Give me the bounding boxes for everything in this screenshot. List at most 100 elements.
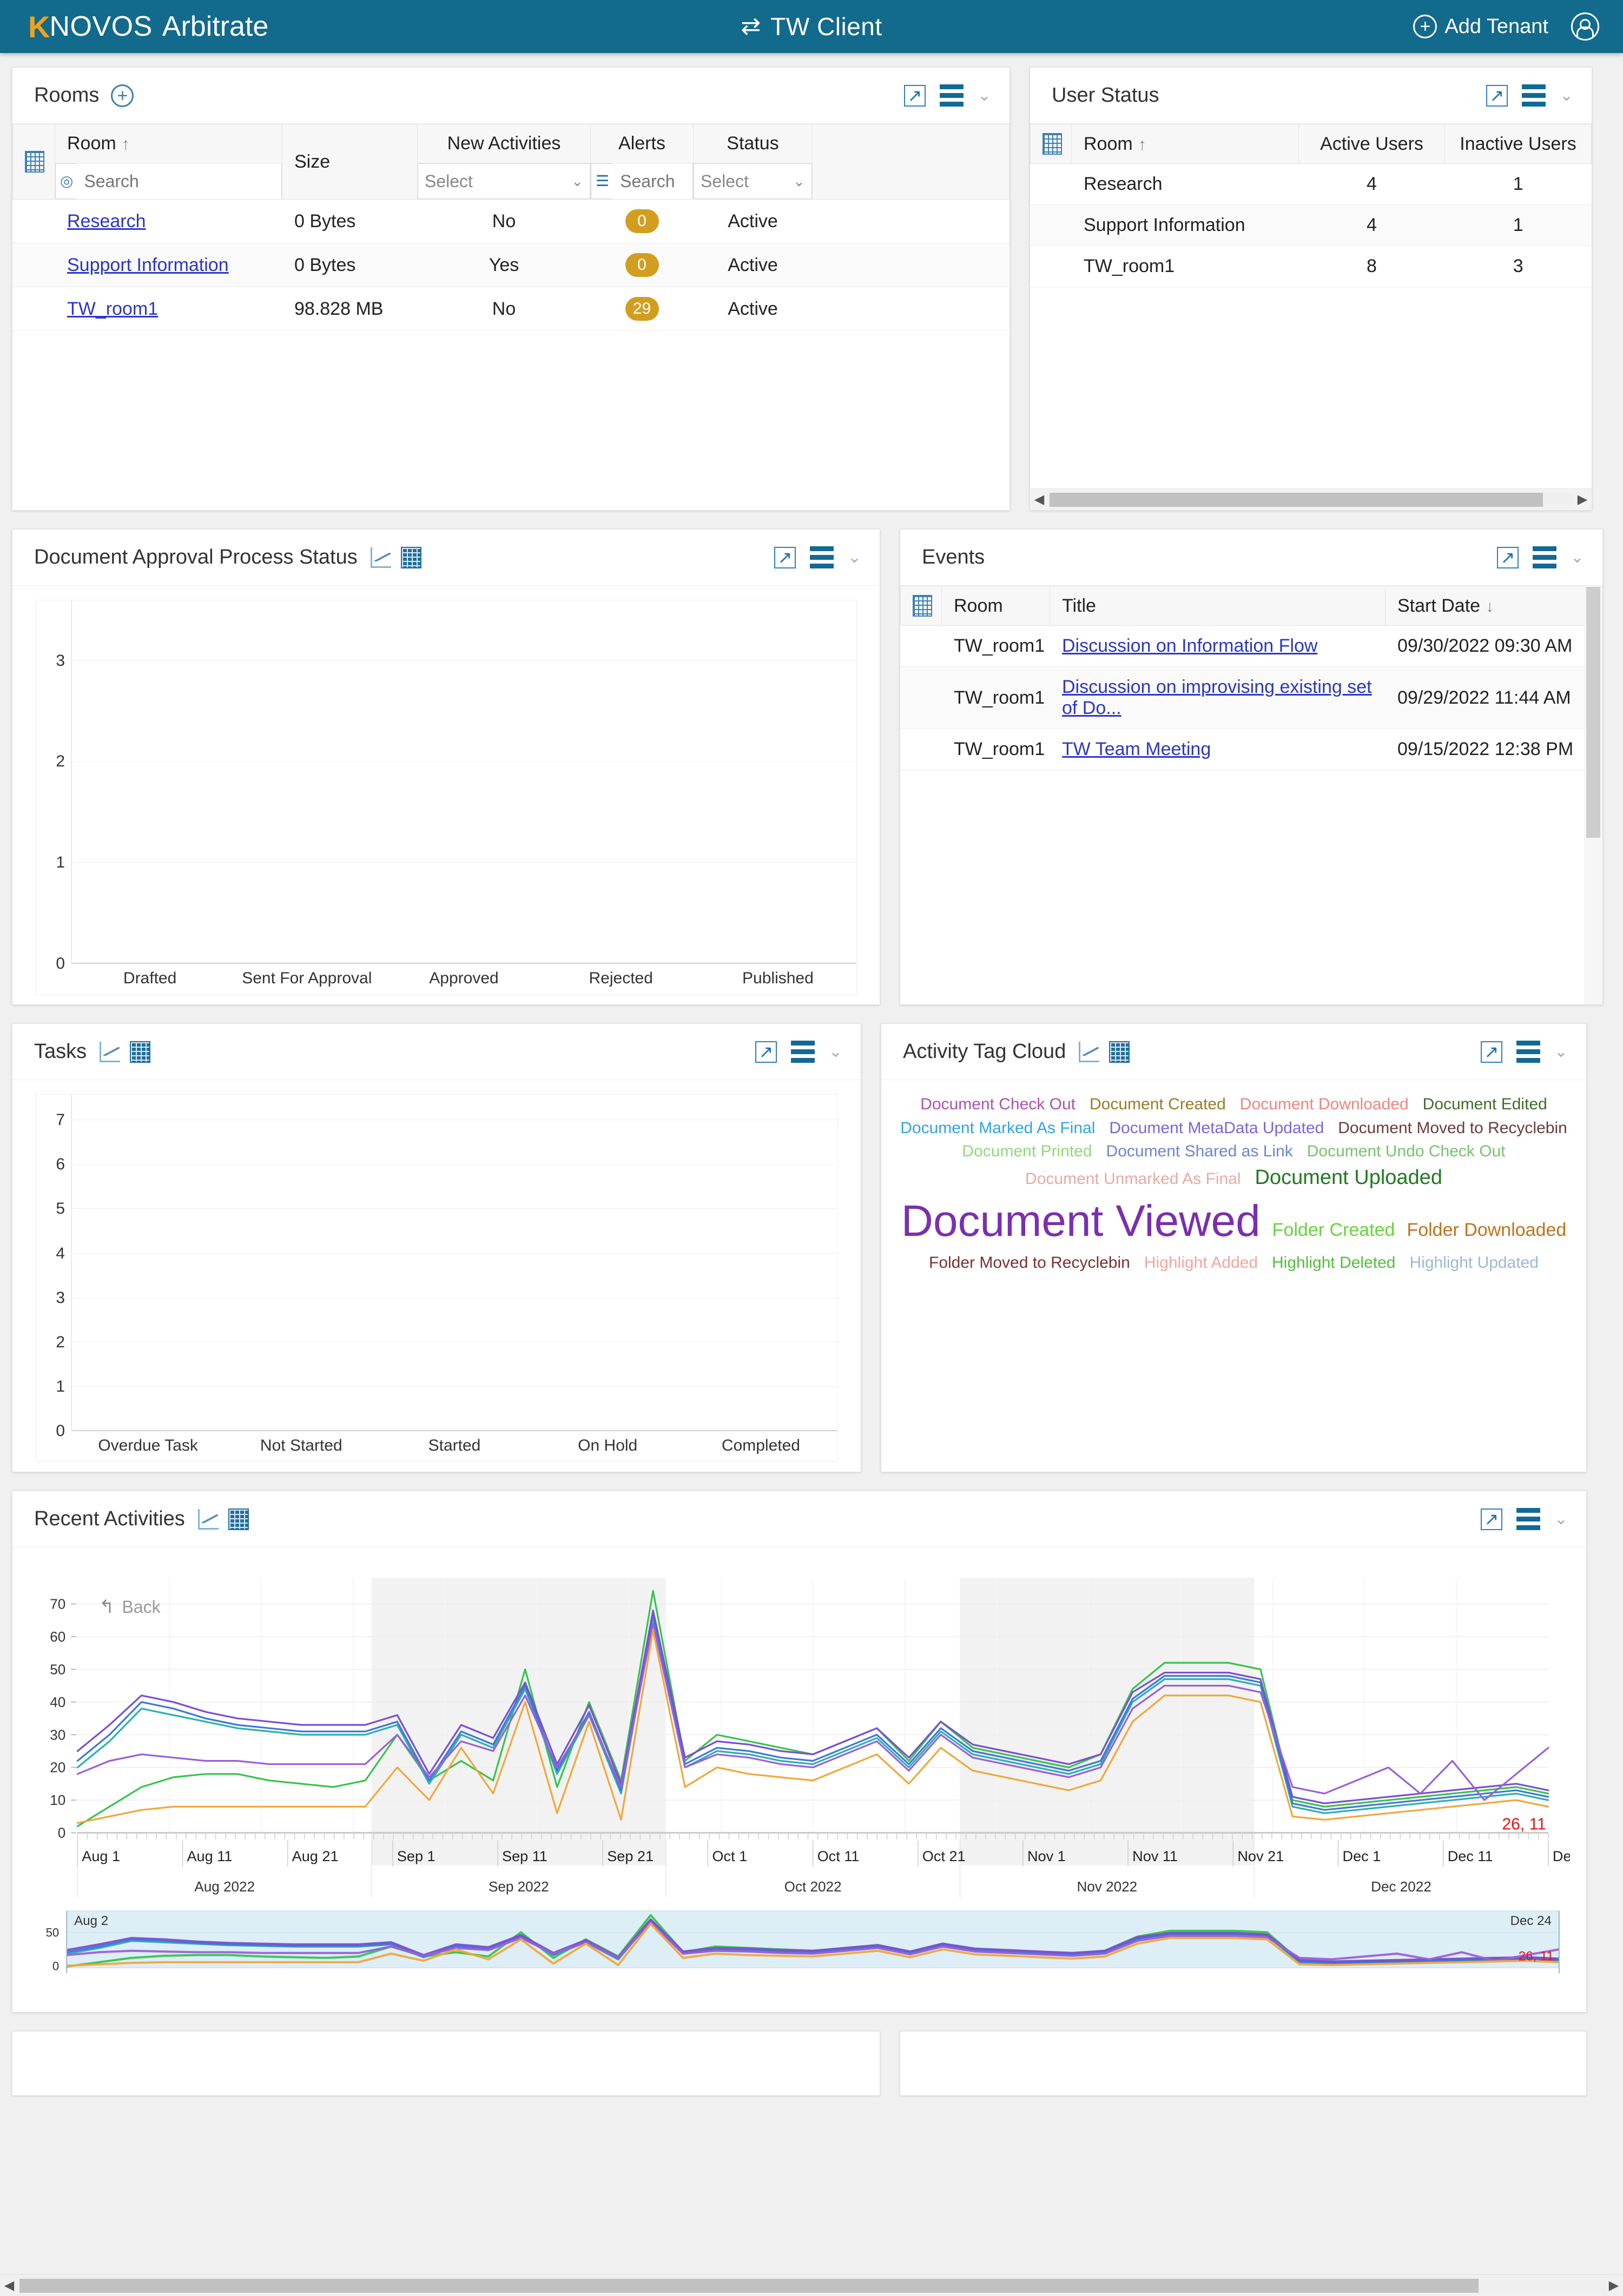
tag-folder-created[interactable]: Folder Created	[1272, 1219, 1395, 1242]
tag-folder-downloaded[interactable]: Folder Downloaded	[1407, 1219, 1566, 1242]
tag-document-check-out[interactable]: Document Check Out	[920, 1094, 1076, 1115]
tag-document-created[interactable]: Document Created	[1090, 1094, 1226, 1115]
page-hscrollbar[interactable]: ◀ ▶	[0, 2274, 1623, 2296]
chevron-down-icon[interactable]: ⌄	[1554, 1043, 1568, 1060]
menu-icon[interactable]	[1521, 84, 1546, 107]
scroll-right-arrow-icon[interactable]: ▶	[1605, 2278, 1623, 2293]
events-col-startdate[interactable]: Start Date ↓	[1385, 586, 1602, 626]
scroll-thumb[interactable]	[1586, 587, 1600, 838]
menu-icon[interactable]	[809, 546, 834, 568]
rooms-filter-status[interactable]: Select ⌄	[694, 163, 812, 199]
expand-icon[interactable]	[1480, 1041, 1502, 1063]
menu-icon[interactable]	[790, 1041, 815, 1063]
us-col-active[interactable]: Active Users	[1298, 124, 1445, 164]
event-title-link[interactable]: Discussion on Information Flow	[1062, 636, 1317, 656]
table-row[interactable]: TW_room1 Discussion on Information Flow …	[900, 625, 1602, 667]
event-title-link[interactable]: Discussion on improvising existing set o…	[1062, 677, 1372, 718]
chevron-down-icon[interactable]: ⌄	[829, 1043, 842, 1060]
table-row[interactable]: TW_room1 TW Team Meeting 09/15/2022 12:3…	[900, 729, 1602, 770]
tag-document-shared-as-link[interactable]: Document Shared as Link	[1106, 1141, 1293, 1162]
menu-icon[interactable]	[1516, 1041, 1540, 1063]
user-status-hscrollbar[interactable]: ◀ ▶	[1030, 488, 1592, 510]
recent-activities-navigator[interactable]: 50 0 Aug 2 Dec 24 26, 11	[29, 1907, 1570, 1980]
room-link[interactable]: Support Information	[67, 255, 229, 275]
event-title-link[interactable]: TW Team Meeting	[1062, 739, 1211, 759]
expand-icon[interactable]	[903, 84, 926, 107]
tag-highlight-added[interactable]: Highlight Added	[1144, 1253, 1258, 1273]
tag-document-viewed[interactable]: Document Viewed	[901, 1194, 1261, 1249]
scroll-thumb[interactable]	[1050, 492, 1543, 507]
tag-highlight-updated[interactable]: Highlight Updated	[1410, 1253, 1539, 1273]
chevron-down-icon[interactable]: ⌄	[1554, 1511, 1568, 1527]
chart-view-icon[interactable]	[1079, 1041, 1100, 1062]
events-col-title[interactable]: Title	[1050, 586, 1386, 626]
table-row[interactable]: Support Information 0 Bytes Yes 0 Active	[12, 243, 1010, 287]
column-filter-icon[interactable]	[913, 595, 932, 617]
chevron-down-icon[interactable]: ⌄	[978, 87, 991, 104]
room-link[interactable]: Research	[67, 211, 146, 231]
tag-document-metadata-updated[interactable]: Document MetaData Updated	[1109, 1118, 1324, 1139]
tag-document-marked-as-final[interactable]: Document Marked As Final	[900, 1118, 1095, 1139]
scroll-left-arrow-icon[interactable]: ◀	[1030, 493, 1048, 506]
events-col-room[interactable]: Room	[941, 586, 1050, 626]
table-row[interactable]: Support Information 4 1	[1030, 204, 1592, 246]
us-col-inactive[interactable]: Inactive Users	[1444, 124, 1592, 164]
chevron-down-icon[interactable]: ⌄	[848, 549, 861, 566]
scroll-right-arrow-icon[interactable]: ▶	[1573, 493, 1592, 506]
rooms-col-room[interactable]: Room ↑	[55, 124, 282, 163]
rooms-col-size[interactable]: Size	[282, 124, 418, 200]
add-tenant-button[interactable]: + Add Tenant	[1413, 15, 1548, 38]
scroll-track[interactable]	[18, 2278, 1605, 2293]
rooms-filter-room[interactable]: ◎	[55, 163, 282, 199]
recent-activities-svg[interactable]: Aug 2022 Sep 2022 Oct 2022 Nov 2022 Dec 2022…	[29, 1556, 1570, 1903]
menu-icon[interactable]	[939, 84, 964, 107]
chart-view-icon[interactable]	[100, 1041, 121, 1062]
grid-view-icon[interactable]	[228, 1508, 249, 1530]
scroll-left-arrow-icon[interactable]: ◀	[0, 2278, 18, 2293]
column-filter-icon[interactable]	[1043, 133, 1062, 155]
grid-view-icon[interactable]	[1109, 1041, 1130, 1063]
rooms-filter-alerts[interactable]: ☰	[591, 163, 693, 199]
user-account-icon[interactable]	[1571, 12, 1599, 41]
rooms-search-input[interactable]	[76, 163, 281, 199]
tag-document-printed[interactable]: Document Printed	[962, 1141, 1092, 1162]
rooms-col-status[interactable]: Status	[693, 124, 813, 163]
table-row[interactable]: Research 4 1	[1030, 163, 1592, 205]
us-col-room[interactable]: Room ↑	[1071, 124, 1299, 164]
tag-document-downloaded[interactable]: Document Downloaded	[1240, 1094, 1409, 1115]
grid-view-icon[interactable]	[400, 546, 421, 568]
table-row[interactable]: Research 0 Bytes No 0 Active	[12, 199, 1010, 243]
tag-document-undo-check-out[interactable]: Document Undo Check Out	[1307, 1141, 1506, 1162]
swap-icon[interactable]: ⇄	[741, 15, 761, 38]
chevron-down-icon[interactable]: ⌄	[1571, 549, 1584, 566]
column-filter-icon[interactable]	[25, 151, 44, 173]
scroll-thumb[interactable]	[19, 2278, 1479, 2293]
chevron-down-icon[interactable]: ⌄	[1560, 87, 1573, 104]
grid-view-icon[interactable]	[130, 1041, 151, 1063]
tag-document-uploaded[interactable]: Document Uploaded	[1255, 1165, 1442, 1191]
events-vscrollbar[interactable]	[1584, 586, 1602, 1004]
expand-icon[interactable]	[1480, 1508, 1502, 1530]
rooms-alerts-search-input[interactable]	[612, 163, 692, 199]
expand-icon[interactable]	[755, 1041, 777, 1063]
rooms-col-newactivities[interactable]: New Activities	[417, 124, 591, 163]
tag-highlight-deleted[interactable]: Highlight Deleted	[1272, 1253, 1395, 1273]
menu-icon[interactable]	[1532, 546, 1556, 568]
table-row[interactable]: TW_room1 8 3	[1030, 246, 1592, 287]
expand-icon[interactable]	[1496, 546, 1519, 568]
tag-document-moved-to-recyclebin[interactable]: Document Moved to Recyclebin	[1338, 1118, 1567, 1139]
room-link[interactable]: TW_room1	[67, 299, 158, 319]
tag-document-unmarked-as-final[interactable]: Document Unmarked As Final	[1025, 1169, 1241, 1189]
table-row[interactable]: TW_room1 98.828 MB No 29 Active	[12, 287, 1010, 331]
chart-view-icon[interactable]	[197, 1508, 219, 1530]
tag-folder-moved-to-recyclebin[interactable]: Folder Moved to Recyclebin	[929, 1253, 1130, 1273]
expand-icon[interactable]	[774, 546, 796, 568]
rooms-filter-newactivities[interactable]: Select ⌄	[418, 163, 590, 199]
tag-document-edited[interactable]: Document Edited	[1423, 1094, 1547, 1115]
chart-back-button[interactable]: ↰ Back	[99, 1596, 161, 1618]
menu-icon[interactable]	[1516, 1508, 1540, 1530]
table-row[interactable]: TW_room1 Discussion on improvising exist…	[900, 666, 1602, 729]
scroll-track[interactable]	[1048, 492, 1573, 507]
rooms-col-alerts[interactable]: Alerts	[590, 124, 694, 163]
expand-icon[interactable]	[1486, 84, 1508, 107]
